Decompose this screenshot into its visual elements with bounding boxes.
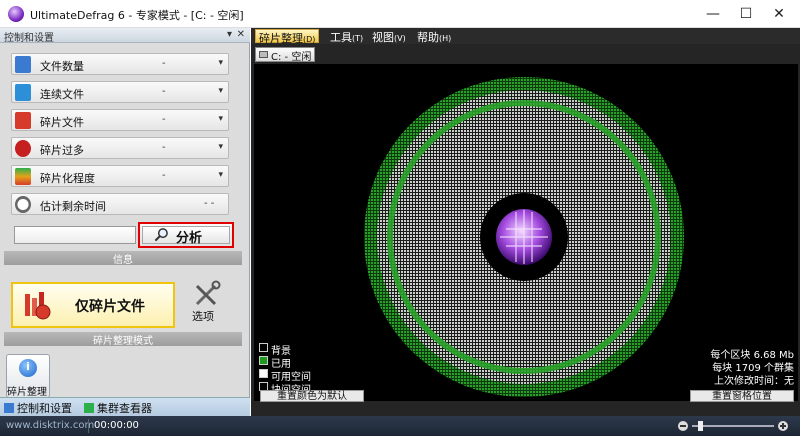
stat-label: 碎片过多: [40, 144, 84, 157]
minimize-button[interactable]: —: [700, 4, 726, 24]
cluster-viewer-tab-icon: [84, 403, 94, 413]
info-icon: i: [19, 359, 37, 377]
zoom-slider[interactable]: [676, 419, 790, 433]
legend-item: 已用: [259, 355, 311, 370]
chevron-down-icon: ▾: [218, 114, 223, 124]
map-stats: 每个区块 6.68 Mb 每块 1709 个群集 上次修改时间：无: [710, 349, 794, 388]
website-link[interactable]: www.disktrix.com: [6, 420, 94, 431]
stat-time-remaining[interactable]: 估计剩余时间 - -: [11, 193, 229, 215]
clock-icon: [15, 196, 31, 213]
defrag-mode-label: 仅碎片文件: [75, 299, 145, 315]
drive-map-panel: 碎片整理(D) 工具(T) 视图(V) 帮助(H) C: - 空闲 背景 已用 …: [251, 28, 800, 416]
stat-label: 估计剩余时间: [40, 200, 106, 213]
legend-item: 背景: [259, 342, 311, 357]
stat-label: 碎片化程度: [40, 172, 95, 185]
map-legend: 背景 已用 可用空间 块间空间: [259, 342, 311, 396]
stat-fragmented-files[interactable]: 碎片文件 - ▾: [11, 109, 229, 131]
fragmented-files-mode-icon: [25, 292, 51, 320]
chevron-down-icon: ▾: [218, 58, 223, 68]
panel-close-icon[interactable]: ✕: [237, 29, 245, 40]
reset-pane-button[interactable]: 重置窗格位置: [690, 390, 794, 402]
stat-contiguous-files[interactable]: 连续文件 - ▾: [11, 81, 229, 103]
window-title: UltimateDefrag 6 - 专家模式 - [C: - 空闲]: [30, 9, 244, 22]
app-logo-icon: [8, 6, 24, 22]
panel-header-title: 控制和设置: [4, 33, 54, 44]
stat-file-count[interactable]: 文件数量 - ▾: [11, 53, 229, 75]
tab-cluster-viewer[interactable]: 集群查看器: [84, 400, 152, 415]
close-button[interactable]: ✕: [766, 4, 792, 24]
menu-bar: 碎片整理(D) 工具(T) 视图(V) 帮助(H): [251, 28, 800, 45]
defrag-mode-group-label: 碎片整理模式: [4, 332, 242, 347]
stat-value: -: [162, 86, 166, 97]
chevron-down-icon: ▾: [218, 86, 223, 96]
defrag-mini-button[interactable]: i 碎片整理: [6, 354, 50, 398]
control-panel: 控制和设置 ▾ ✕ 文件数量 - ▾ 连续文件 - ▾ 碎片文件 - ▾ 碎片过…: [0, 28, 250, 416]
stat-fragmentation-level[interactable]: 碎片化程度 - ▾: [11, 165, 229, 187]
panel-header: 控制和设置 ▾ ✕: [0, 28, 250, 44]
drive-tab[interactable]: C: - 空闲: [255, 47, 315, 63]
chevron-down-icon: ▾: [218, 170, 223, 180]
maximize-button[interactable]: ☐: [733, 4, 759, 24]
stat-label: 连续文件: [40, 88, 84, 101]
menu-help[interactable]: 帮助(H): [414, 29, 454, 44]
stat-value: -: [162, 114, 166, 125]
contiguous-files-icon: [15, 84, 31, 101]
info-group-label: 信息: [4, 251, 242, 266]
menu-view[interactable]: 视图(V): [369, 29, 409, 44]
legend-item: 可用空间: [259, 368, 311, 383]
defrag-mode-button[interactable]: 仅碎片文件: [11, 282, 175, 328]
menu-defrag[interactable]: 碎片整理(D): [255, 29, 320, 45]
excessive-fragments-icon: [15, 140, 31, 157]
analyze-button[interactable]: 分析: [138, 222, 234, 248]
stat-value: -: [162, 170, 166, 181]
cluster-map-view[interactable]: 背景 已用 可用空间 块间空间 每个区块 6.68 Mb 每块 1709 个群集…: [254, 64, 798, 402]
clusters-per-block-text: 每块 1709 个群集: [712, 363, 794, 374]
tools-icon: [195, 280, 221, 306]
menu-tools[interactable]: 工具(T): [327, 29, 366, 44]
reset-color-button[interactable]: 重置颜色为默认: [260, 390, 364, 402]
status-bar: www.disktrix.com 00:00:00: [0, 416, 800, 436]
stat-value: - -: [204, 198, 215, 209]
fragmented-files-icon: [15, 112, 31, 129]
magnifier-icon: [154, 228, 168, 242]
stat-excessive-fragments[interactable]: 碎片过多 - ▾: [11, 137, 229, 159]
stat-value: -: [162, 142, 166, 153]
block-size-text: 每个区块 6.68 Mb: [710, 350, 794, 361]
stat-label: 碎片文件: [40, 116, 84, 129]
stat-label: 文件数量: [40, 60, 84, 73]
chevron-down-icon: ▾: [218, 142, 223, 152]
progress-bar: [14, 226, 136, 244]
options-label: 选项: [192, 310, 214, 323]
tab-control-settings[interactable]: 控制和设置: [4, 400, 72, 415]
title-bar: UltimateDefrag 6 - 专家模式 - [C: - 空闲] — ☐ …: [0, 0, 800, 28]
zoom-slider-thumb: [698, 421, 703, 431]
stat-value: -: [162, 58, 166, 69]
tab-label: 控制和设置: [17, 402, 72, 415]
panel-pin-icon[interactable]: ▾: [227, 29, 232, 40]
drive-icon: [259, 51, 268, 58]
analyze-label: 分析: [176, 231, 203, 246]
last-modified-text: 上次修改时间：无: [714, 376, 794, 387]
controls-tab-icon: [4, 403, 14, 413]
options-button[interactable]: 选项: [186, 278, 228, 330]
drive-tab-label: C: - 空闲: [271, 52, 312, 63]
elapsed-time: 00:00:00: [94, 420, 139, 431]
fragmentation-level-icon: [15, 168, 31, 185]
file-count-icon: [15, 56, 31, 73]
tab-label: 集群查看器: [97, 402, 152, 415]
panel-tab-strip: 控制和设置 集群查看器: [0, 397, 250, 416]
defrag-mini-label: 碎片整理: [7, 387, 47, 398]
